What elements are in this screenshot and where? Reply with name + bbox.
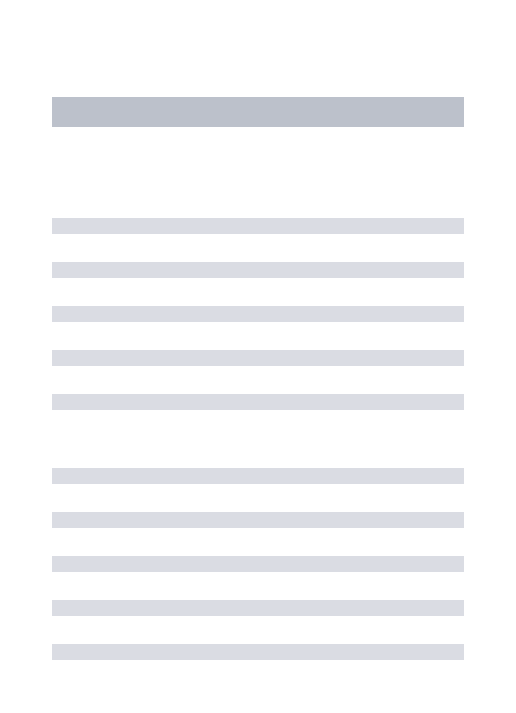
text-line [52,512,464,528]
title-placeholder [52,97,464,127]
text-line [52,468,464,484]
text-line [52,600,464,616]
text-line [52,218,464,234]
text-line [52,350,464,366]
text-line [52,644,464,660]
document-page [0,0,516,713]
text-line [52,306,464,322]
text-line [52,394,464,410]
text-line [52,262,464,278]
text-line [52,556,464,572]
